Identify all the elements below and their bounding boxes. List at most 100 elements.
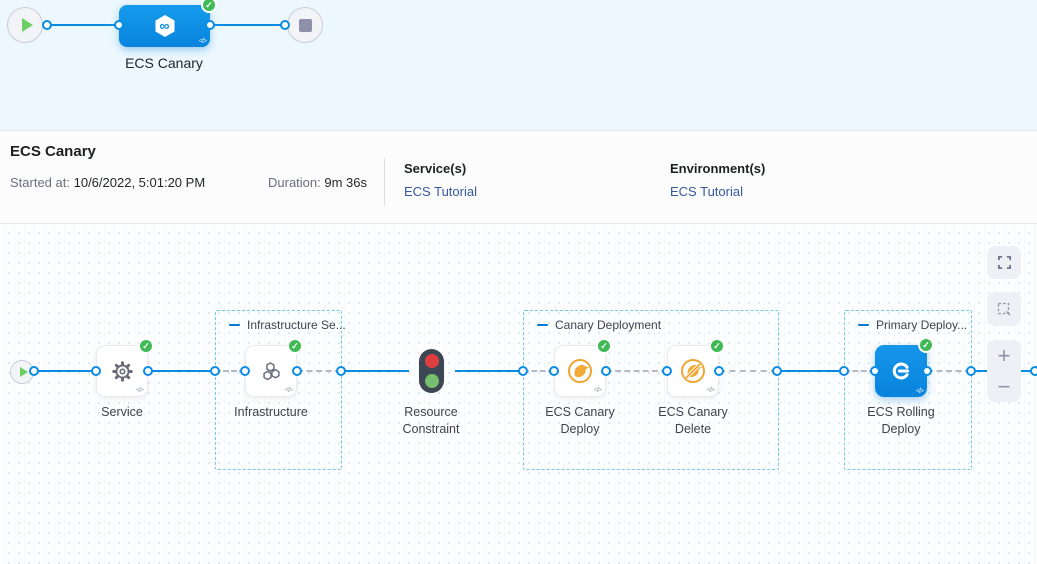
connector-line-dashed — [297, 370, 341, 372]
stop-icon — [299, 19, 312, 32]
code-icon: </> — [199, 38, 206, 45]
cd-hexagon-icon: ∞ — [151, 12, 179, 40]
connector-point — [922, 366, 932, 376]
zoom-out-button[interactable]: − — [987, 371, 1021, 402]
node-label-service: Service — [57, 404, 187, 421]
connector-line-dashed — [927, 370, 971, 372]
connector-point — [42, 20, 52, 30]
summary-divider — [384, 158, 385, 206]
code-icon: </> — [285, 387, 292, 394]
connector-line-dashed — [719, 370, 777, 372]
page-title: ECS Canary — [10, 143, 96, 160]
connector-point — [549, 366, 559, 376]
connector-point — [518, 366, 528, 376]
environments-link[interactable]: ECS Tutorial — [670, 184, 743, 199]
success-check-icon: ✓ — [709, 338, 725, 354]
pipeline-end-node[interactable] — [287, 7, 323, 43]
step-node-resource-constraint[interactable] — [419, 349, 444, 393]
success-check-icon: ✓ — [138, 338, 154, 354]
connector-point — [205, 20, 215, 30]
node-label-ecs-canary-deploy: ECS Canary Deploy — [515, 404, 645, 438]
traffic-red-icon — [425, 354, 439, 368]
group-header-infrastructure[interactable]: Infrastructure Se... — [229, 318, 346, 332]
pipeline-graph-canvas[interactable]: Infrastructure Se... Canary Deployment P… — [0, 224, 1037, 564]
started-at-value: 10/6/2022, 5:01:20 PM — [74, 175, 206, 190]
code-icon: </> — [136, 387, 143, 394]
collapse-icon[interactable] — [858, 324, 869, 327]
infinity-icon: ∞ — [160, 17, 170, 33]
connector-point — [29, 366, 39, 376]
connector-point — [1030, 366, 1037, 376]
success-check-icon: ✓ — [596, 338, 612, 354]
connector-line — [34, 370, 96, 372]
execution-summary-bar: ECS Canary Started at: 10/6/2022, 5:01:2… — [0, 131, 1037, 224]
step-node-ecs-canary-deploy[interactable]: ✓ </> — [554, 345, 606, 397]
group-header-primary-deployment[interactable]: Primary Deploy... — [858, 318, 967, 332]
connector-point — [714, 366, 724, 376]
node-label-ecs-rolling-deploy: ECS Rolling Deploy — [836, 404, 966, 438]
code-icon: </> — [916, 388, 923, 395]
canary-delete-icon — [678, 356, 708, 386]
services-label: Service(s) — [404, 161, 466, 176]
group-label: Canary Deployment — [555, 318, 661, 332]
collapse-icon[interactable] — [229, 324, 240, 327]
environments-label: Environment(s) — [670, 161, 765, 176]
connector-line — [777, 370, 844, 372]
step-node-ecs-rolling-deploy[interactable]: ✓ </> — [875, 345, 927, 397]
step-node-service[interactable]: ✓ </> — [96, 345, 148, 397]
gear-icon — [109, 358, 136, 385]
code-icon: </> — [707, 387, 714, 394]
connector-point — [114, 20, 124, 30]
connector-point — [662, 366, 672, 376]
services-link[interactable]: ECS Tutorial — [404, 184, 477, 199]
stage-chip-ecs-canary[interactable]: ∞ ✓ </> — [119, 5, 210, 47]
connector-point — [91, 366, 101, 376]
traffic-green-icon — [425, 374, 439, 388]
stage-chip-label: ECS Canary — [125, 55, 203, 71]
connector-point — [280, 20, 290, 30]
connector-point — [336, 366, 346, 376]
success-check-icon: ✓ — [918, 337, 934, 353]
ecs-rolling-icon — [888, 358, 914, 384]
fullscreen-icon — [997, 255, 1012, 270]
connector-line — [455, 370, 523, 372]
hexagon-cluster-icon — [258, 358, 285, 385]
connector-point — [143, 366, 153, 376]
group-label: Infrastructure Se... — [247, 318, 346, 332]
node-label-ecs-canary-delete: ECS Canary Delete — [628, 404, 758, 438]
started-at-label: Started at: — [10, 175, 70, 190]
code-icon: </> — [594, 387, 601, 394]
connector-point — [210, 366, 220, 376]
connector-point — [870, 366, 880, 376]
zoom-in-button[interactable]: + — [987, 340, 1021, 371]
pipeline-execution-screen: ∞ ✓ </> ECS Canary ECS Canary Started at… — [0, 0, 1037, 564]
connector-point — [966, 366, 976, 376]
play-icon — [22, 18, 33, 32]
connector-point — [772, 366, 782, 376]
success-check-icon: ✓ — [287, 338, 303, 354]
group-label: Primary Deploy... — [876, 318, 967, 332]
zoom-controls: + − — [987, 340, 1021, 402]
stage-connector-line — [43, 24, 121, 26]
duration-value: 9m 36s — [324, 175, 367, 190]
pipeline-start-node[interactable] — [7, 7, 43, 43]
group-header-canary-deployment[interactable]: Canary Deployment — [537, 318, 661, 332]
stage-connector-line — [208, 24, 288, 26]
step-node-infrastructure[interactable]: ✓ </> — [245, 345, 297, 397]
connector-line-dashed — [606, 370, 667, 372]
duration-text: Duration: 9m 36s — [268, 175, 367, 190]
selection-mode-button[interactable] — [987, 292, 1021, 326]
stage-overview-banner: ∞ ✓ </> ECS Canary — [0, 0, 1037, 131]
collapse-icon[interactable] — [537, 324, 548, 327]
started-at-text: Started at: 10/6/2022, 5:01:20 PM — [10, 175, 205, 190]
fullscreen-button[interactable] — [987, 246, 1021, 279]
node-label-resource-constraint: Resource Constraint — [366, 404, 496, 438]
connector-point — [839, 366, 849, 376]
connector-point — [601, 366, 611, 376]
connector-point — [292, 366, 302, 376]
step-node-ecs-canary-delete[interactable]: ✓ </> — [667, 345, 719, 397]
connector-line — [341, 370, 409, 372]
success-check-icon: ✓ — [201, 0, 217, 13]
node-label-infrastructure: Infrastructure — [206, 404, 336, 421]
duration-label: Duration: — [268, 175, 321, 190]
